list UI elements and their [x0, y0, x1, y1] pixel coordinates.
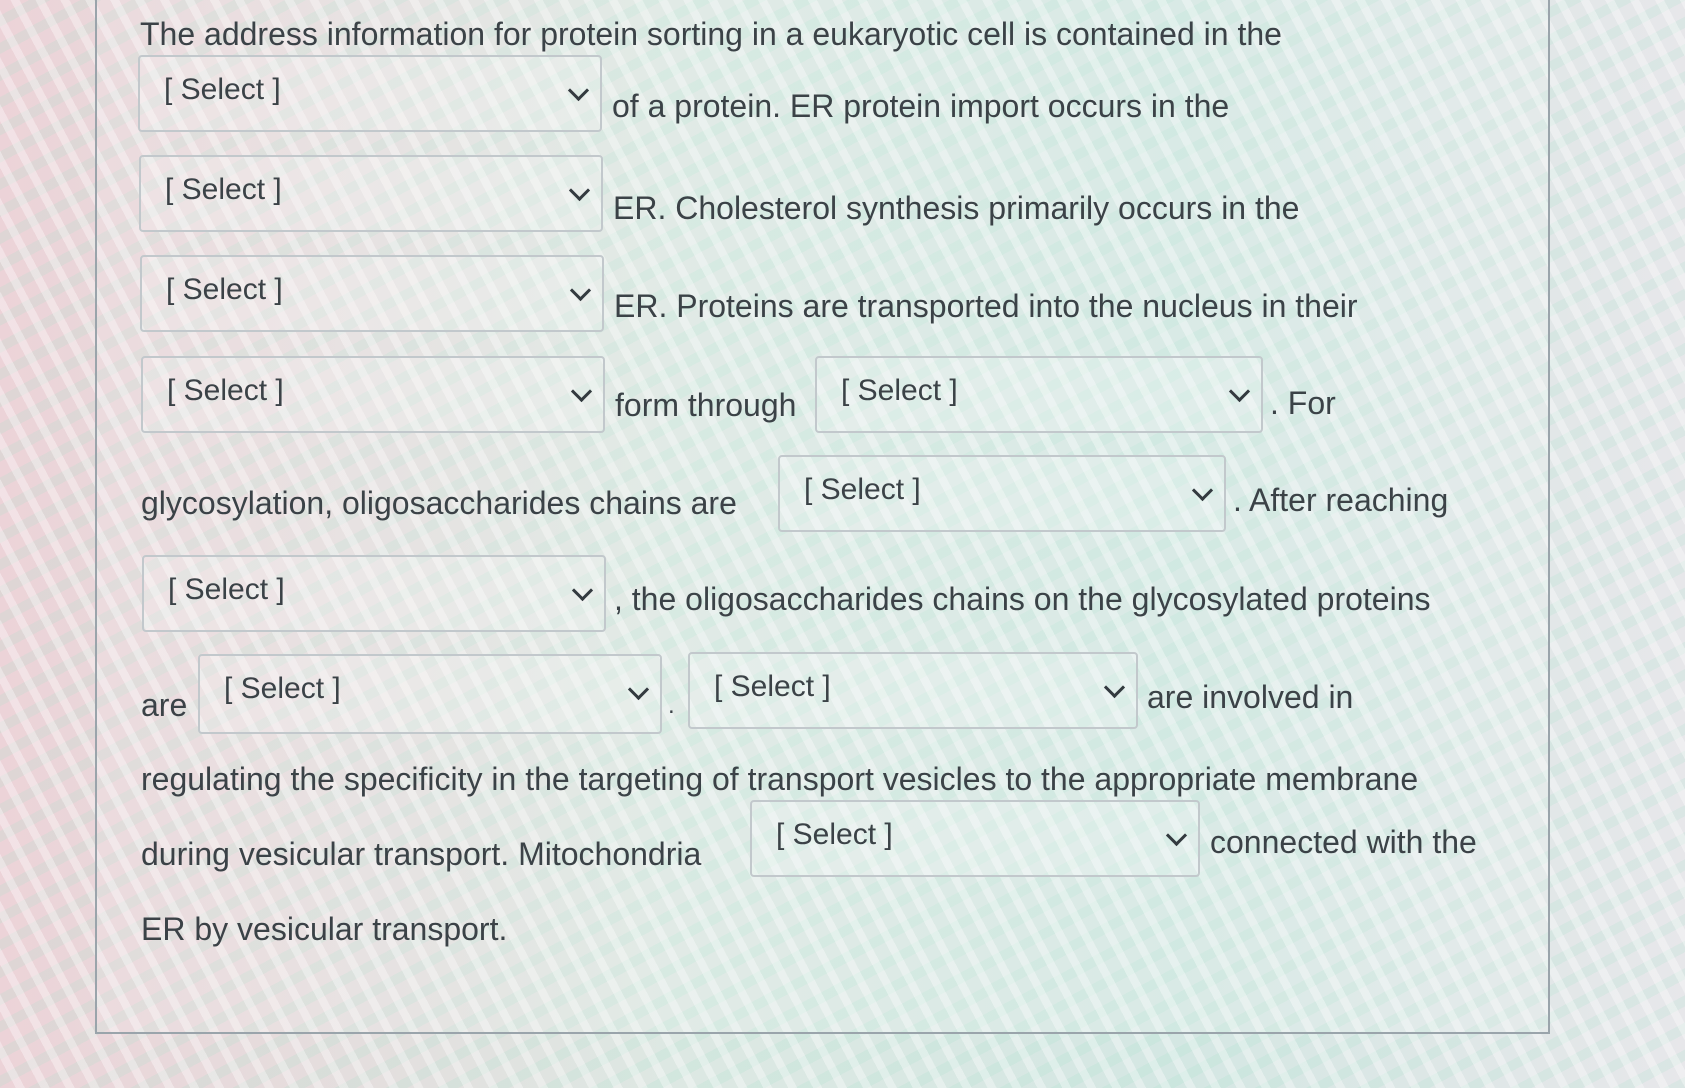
chevron-down-icon [571, 579, 594, 602]
chevron-down-icon [568, 179, 591, 202]
question-text-segment: regulating the specificity in the target… [141, 761, 1419, 797]
select-dropdown-3[interactable]: [ Select ] [140, 255, 604, 332]
select-dropdown-9[interactable]: [ Select ] [688, 652, 1138, 729]
select-dropdown-10[interactable]: [ Select ] [750, 800, 1200, 877]
select-3-value: [ Select ] [166, 273, 283, 306]
select-dropdown-7[interactable]: [ Select ] [142, 555, 606, 632]
question-text-segment: ER by vesicular transport. [141, 911, 508, 947]
question-text-segment: are involved in [1147, 679, 1354, 715]
chevron-down-icon [627, 678, 650, 701]
chevron-down-icon [567, 79, 590, 102]
question-text-segment: connected with the [1210, 824, 1477, 860]
select-1-value: [ Select ] [164, 73, 281, 106]
question-text-segment: ER. Cholesterol synthesis primarily occu… [613, 190, 1300, 226]
question-text-segment: ER. Proteins are transported into the nu… [614, 288, 1358, 324]
question-text-segment: of a protein. ER protein import occurs i… [612, 88, 1230, 124]
question-text-segment: are [141, 687, 188, 723]
select-dropdown-1[interactable]: [ Select ] [138, 55, 602, 132]
question-text-segment: , the oligosaccharides chains on the gly… [614, 581, 1431, 617]
select-10-value: [ Select ] [776, 818, 893, 851]
select-dropdown-6[interactable]: [ Select ] [778, 455, 1226, 532]
select-8-value: [ Select ] [224, 672, 341, 705]
question-text-line-1: The address information for protein sort… [140, 16, 1282, 52]
chevron-down-icon [1165, 824, 1188, 847]
select-5-value: [ Select ] [841, 374, 958, 407]
select-dropdown-8[interactable]: [ Select ] [198, 654, 662, 734]
chevron-down-icon [570, 380, 593, 403]
select-9-value: [ Select ] [714, 670, 831, 703]
select-7-value: [ Select ] [168, 573, 285, 606]
question-text-segment: form through [615, 387, 797, 423]
chevron-down-icon [1103, 676, 1126, 699]
select-4-value: [ Select ] [167, 374, 284, 407]
chevron-down-icon [1228, 380, 1251, 403]
question-text-segment: . For [1270, 385, 1336, 421]
select-6-value: [ Select ] [804, 473, 921, 506]
question-text-segment: . [668, 692, 675, 719]
chevron-down-icon [1191, 479, 1214, 502]
select-dropdown-2[interactable]: [ Select ] [139, 155, 603, 232]
question-text-segment: glycosylation, oligosaccharides chains a… [141, 485, 737, 521]
question-text-segment: during vesicular transport. Mitochondria [141, 836, 702, 872]
select-dropdown-4[interactable]: [ Select ] [141, 356, 605, 433]
question-text-segment: . After reaching [1233, 482, 1449, 518]
select-dropdown-5[interactable]: [ Select ] [815, 356, 1263, 433]
chevron-down-icon [569, 279, 592, 302]
select-2-value: [ Select ] [165, 173, 282, 206]
